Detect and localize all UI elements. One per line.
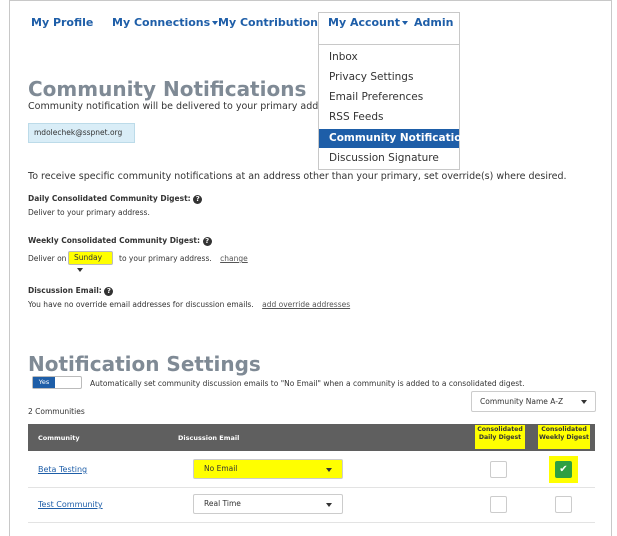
discussion-email-value: Real Time	[204, 499, 241, 508]
nav-my-connections[interactable]: My Connections	[112, 16, 219, 29]
weekly-day-value: Sunday	[74, 253, 103, 262]
column-weekly-digest: Consolidated Weekly Digest	[538, 425, 590, 449]
menu-item-inbox[interactable]: Inbox	[319, 48, 459, 67]
weekly-day-select[interactable]: Sunday	[68, 251, 113, 272]
discussion-email-select[interactable]: No Email	[193, 459, 343, 479]
chevron-down-icon	[581, 400, 587, 404]
daily-digest-label-text: Daily Consolidated Community Digest:	[28, 194, 191, 203]
add-override-addresses-link[interactable]: add override addresses	[262, 300, 350, 309]
top-nav: My Profile My Connections My Contributio…	[10, 1, 613, 44]
auto-no-email-toggle[interactable]: Yes	[32, 376, 82, 389]
column-discussion-email: Discussion Email	[178, 434, 240, 442]
page-frame: My Profile My Connections My Contributio…	[9, 0, 612, 536]
weekly-suffix-text: to your primary address.	[119, 254, 212, 263]
question-circle-icon[interactable]: ?	[202, 236, 212, 246]
discussion-email-label: Discussion Email: ?	[28, 286, 114, 296]
discussion-email-select[interactable]: Real Time	[193, 494, 343, 514]
question-circle-icon[interactable]: ?	[193, 194, 203, 204]
nav-label: Admin	[414, 16, 454, 29]
menu-item-discussion-signature[interactable]: Discussion Signature	[319, 149, 459, 168]
community-count: 2 Communities	[28, 407, 85, 416]
weekly-digest-label: Weekly Consolidated Community Digest: ?	[28, 236, 212, 246]
chevron-down-icon	[326, 503, 332, 507]
nav-label: My Contributions	[218, 16, 325, 29]
column-weekly-line1: Consolidated	[541, 426, 587, 433]
auto-no-email-text: Automatically set community discussion e…	[90, 379, 525, 388]
my-account-dropdown: Inbox Privacy Settings Email Preferences…	[318, 44, 475, 170]
nav-label: My Account	[328, 16, 400, 29]
weekly-change-link[interactable]: change	[220, 254, 248, 263]
discussion-email-value: No Email	[204, 464, 238, 473]
toggle-yes: Yes	[33, 377, 55, 388]
discussion-text: You have no override email addresses for…	[28, 300, 254, 309]
sort-value: Community Name A-Z	[480, 397, 564, 406]
column-daily-digest: Consolidated Daily Digest	[475, 425, 525, 449]
community-notifications-description: Community notification will be delivered…	[28, 101, 328, 112]
table-row: Test Community Real Time	[28, 488, 595, 523]
daily-digest-checkbox[interactable]	[490, 496, 507, 513]
chevron-down-icon	[77, 268, 83, 272]
override-instructions: To receive specific community notificati…	[28, 171, 567, 182]
daily-digest-text: Deliver to your primary address.	[28, 208, 150, 217]
notification-settings-title: Notification Settings	[28, 352, 261, 376]
discussion-email-label-text: Discussion Email:	[28, 286, 102, 295]
weekly-digest-label-text: Weekly Consolidated Community Digest:	[28, 236, 200, 245]
question-circle-icon[interactable]: ?	[104, 286, 114, 296]
primary-email: mdolechek@sspnet.org	[28, 123, 135, 143]
community-notifications-title: Community Notifications	[28, 77, 307, 101]
menu-item-rss-feeds[interactable]: RSS Feeds	[319, 108, 459, 127]
nav-my-contributions[interactable]: My Contributions	[218, 16, 333, 29]
checkmark-icon: ✔	[559, 464, 568, 475]
nav-my-profile[interactable]: My Profile	[31, 16, 93, 29]
sort-select[interactable]: Community Name A-Z	[471, 391, 596, 412]
weekly-digest-checkbox[interactable]	[555, 496, 572, 513]
table-row: Beta Testing No Email ✔	[28, 453, 595, 488]
discussion-email-text: You have no override email addresses for…	[28, 300, 350, 309]
daily-digest-label: Daily Consolidated Community Digest: ?	[28, 194, 203, 204]
table-header: Community Discussion Email Consolidated …	[28, 424, 595, 451]
daily-digest-checkbox[interactable]	[490, 461, 507, 478]
column-daily-line2: Daily Digest	[478, 434, 522, 441]
menu-item-email-preferences[interactable]: Email Preferences	[319, 88, 459, 107]
menu-item-community-notifications[interactable]: Community Notifications	[319, 129, 475, 148]
nav-label: My Profile	[31, 16, 94, 29]
column-community: Community	[38, 434, 80, 442]
chevron-down-icon	[326, 468, 332, 472]
weekly-deliver-on-label: Deliver on	[28, 254, 67, 263]
weekly-digest-checkbox[interactable]: ✔	[555, 461, 572, 478]
column-daily-line1: Consolidated	[477, 426, 523, 433]
weekly-deliver-suffix: to your primary address. change	[119, 254, 248, 263]
column-weekly-line2: Weekly Digest	[539, 434, 589, 441]
nav-label: My Connections	[112, 16, 211, 29]
nav-admin[interactable]: Admin	[414, 16, 453, 29]
nav-my-account[interactable]: My Account	[328, 16, 408, 29]
community-link-beta-testing[interactable]: Beta Testing	[38, 465, 87, 474]
menu-item-privacy-settings[interactable]: Privacy Settings	[319, 68, 459, 87]
community-link-test-community[interactable]: Test Community	[38, 500, 103, 509]
chevron-down-icon	[401, 21, 408, 25]
